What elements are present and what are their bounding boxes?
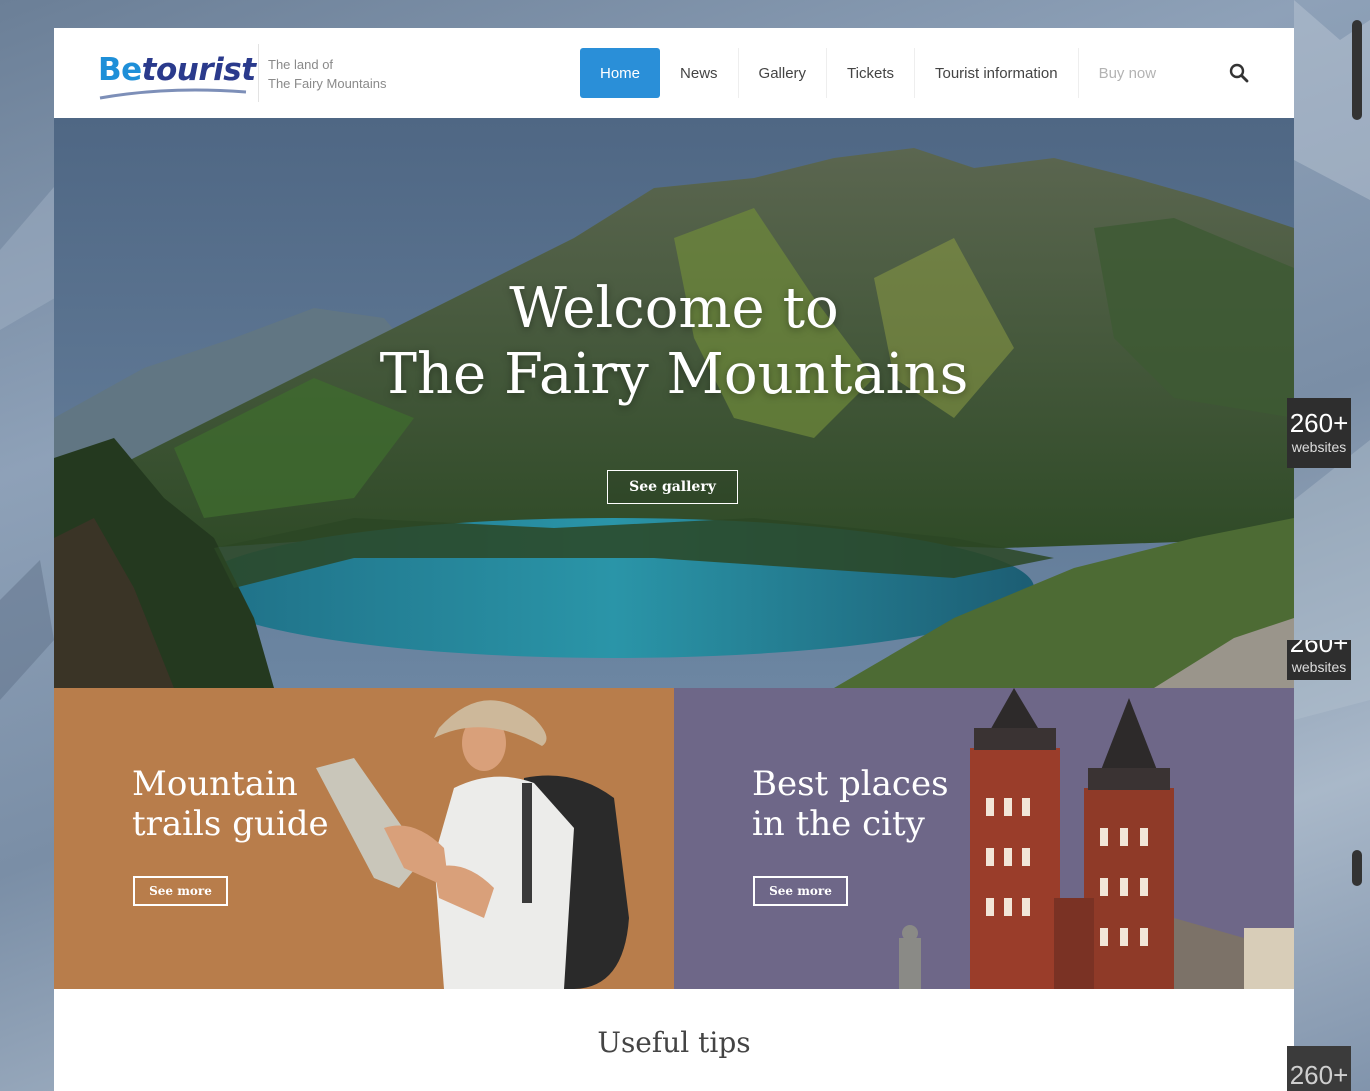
logo-swoosh-icon — [99, 88, 247, 100]
main-nav: Home News Gallery Tickets Tourist inform… — [580, 48, 1176, 98]
tagline-line2: The Fairy Mountains — [268, 76, 387, 91]
badge-number: 260+ — [1289, 640, 1349, 658]
nav-home[interactable]: Home — [580, 48, 661, 98]
page: Betourist The land of The Fairy Mountain… — [54, 28, 1294, 1091]
nav-buy-now[interactable]: Buy now — [1079, 48, 1177, 98]
promo-mountain-trails[interactable]: Mountain trails guide See more — [54, 688, 674, 989]
badge-label: websites — [1291, 439, 1347, 455]
tagline: The land of The Fairy Mountains — [268, 55, 387, 93]
scrollbar-thumb[interactable] — [1352, 20, 1362, 120]
logo-tourist: tourist — [141, 52, 256, 88]
see-more-button[interactable]: See more — [753, 876, 848, 906]
logo[interactable]: Betourist — [98, 48, 256, 100]
see-gallery-button[interactable]: See gallery — [607, 470, 738, 504]
hero-title-line2: The Fairy Mountains — [379, 342, 969, 407]
promo-best-places[interactable]: Best places in the city See more — [674, 688, 1294, 989]
scrollbar[interactable] — [1352, 0, 1362, 1091]
badge-label: websites — [1291, 659, 1347, 675]
websites-badge[interactable]: 260+ websites — [1287, 640, 1351, 680]
promo-title-line1: Best places — [752, 764, 949, 804]
websites-badge[interactable]: 260+ websites — [1287, 398, 1351, 468]
promo-title-line2: trails guide — [132, 804, 329, 844]
badge-number: 260+ — [1289, 408, 1349, 438]
promo-title-line1: Mountain — [132, 764, 298, 804]
nav-gallery[interactable]: Gallery — [739, 48, 828, 98]
site-header: Betourist The land of The Fairy Mountain… — [54, 28, 1294, 118]
nav-tourist-information[interactable]: Tourist information — [915, 48, 1079, 98]
promo-title: Best places in the city — [752, 764, 949, 844]
useful-tips-heading: Useful tips — [597, 1026, 751, 1059]
nav-news[interactable]: News — [660, 48, 739, 98]
hero-banner: Welcome to The Fairy Mountains See galle… — [54, 118, 1294, 688]
tagline-divider — [258, 44, 259, 102]
search-icon[interactable] — [1228, 62, 1250, 84]
websites-badge[interactable]: 260+ — [1287, 1046, 1351, 1091]
scrollbar-thumb-lower[interactable] — [1352, 850, 1362, 886]
see-more-button[interactable]: See more — [133, 876, 228, 906]
nav-tickets[interactable]: Tickets — [827, 48, 915, 98]
promo-title-line2: in the city — [752, 804, 925, 844]
logo-be: Be — [98, 52, 142, 88]
tagline-line1: The land of — [268, 57, 334, 72]
promo-title: Mountain trails guide — [132, 764, 329, 844]
hero-title: Welcome to The Fairy Mountains — [54, 276, 1294, 408]
logo-text: Betourist — [98, 52, 256, 88]
badge-number: 260+ — [1289, 1060, 1349, 1090]
hero-title-line1: Welcome to — [509, 276, 839, 341]
